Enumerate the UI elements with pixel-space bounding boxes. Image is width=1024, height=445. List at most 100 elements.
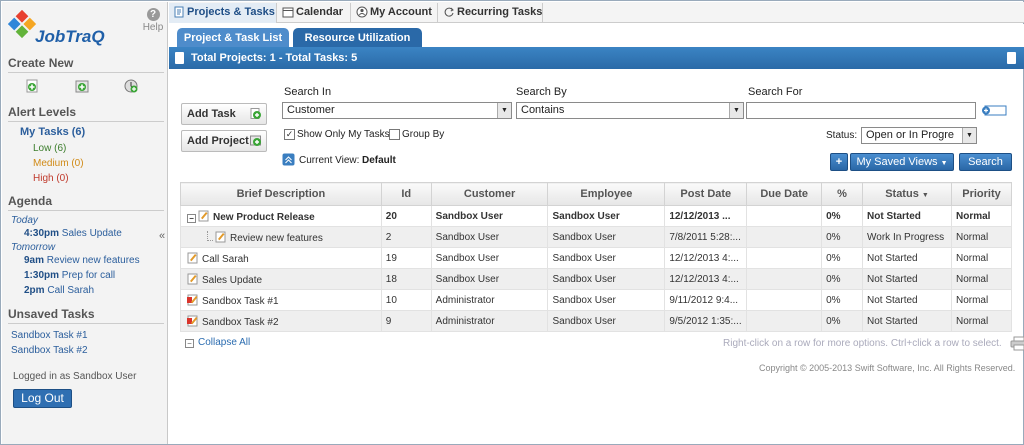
- group-by-checkbox[interactable]: [389, 129, 400, 140]
- add-task-label: Add Task: [187, 108, 236, 120]
- table-row[interactable]: − New Product Release 20 Sandbox User Sandbo…: [180, 205, 1013, 227]
- column-header[interactable]: Post Date: [664, 182, 748, 206]
- cell-status: Not Started: [862, 289, 952, 311]
- copyright-text: Copyright © 2005-2013 Swift Software, In…: [759, 363, 1016, 373]
- unsaved-task-link[interactable]: Sandbox Task #1: [11, 330, 88, 341]
- cell-id: 19: [380, 247, 432, 269]
- cell-description: Call Sarah: [180, 247, 382, 269]
- my-tasks-link[interactable]: My Tasks (6): [20, 126, 85, 138]
- search-in-select[interactable]: Customer ▼: [282, 102, 512, 119]
- cell-id: 10: [380, 289, 432, 311]
- column-header[interactable]: Employee: [547, 182, 666, 206]
- search-button[interactable]: Search: [959, 153, 1012, 171]
- sub-tabs: Project & Task List Resource Utilization: [169, 24, 1024, 48]
- agenda-item[interactable]: 2pm Call Sarah: [24, 285, 94, 296]
- table-row[interactable]: Sandbox Task #1 10 Administrator Sandbox Us…: [180, 289, 1013, 311]
- export-icon[interactable]: [1007, 52, 1016, 64]
- cell-due-date: [746, 205, 823, 227]
- tab-projects-tasks[interactable]: Projects & Tasks: [169, 3, 277, 23]
- table-row[interactable]: Sales Update 18 Sandbox User Sandbox User 12…: [180, 268, 1013, 290]
- cell-status: Work In Progress: [862, 226, 952, 248]
- select-value: Open or In Progre: [866, 129, 955, 141]
- subtab-resource-utilization[interactable]: Resource Utilization: [293, 28, 422, 48]
- logged-in-text: Logged in as Sandbox User: [13, 371, 137, 382]
- alert-medium-link[interactable]: Medium (0): [33, 158, 84, 169]
- subtab-project-task-list[interactable]: Project & Task List: [177, 28, 289, 48]
- new-recurring-icon[interactable]: [123, 78, 139, 94]
- column-header[interactable]: Brief Description: [180, 182, 382, 206]
- task-icon: [187, 252, 198, 263]
- tree-connector: [207, 230, 213, 241]
- cell-id: 2: [380, 226, 432, 248]
- cell-employee: Sandbox User: [547, 226, 666, 248]
- cell-description: Sandbox Task #1: [180, 289, 382, 311]
- table-row[interactable]: Sandbox Task #2 9 Administrator Sandbox Use…: [180, 310, 1013, 332]
- agenda-item[interactable]: 9am Review new features: [24, 255, 140, 266]
- column-header[interactable]: %: [821, 182, 864, 206]
- recurring-icon: [444, 7, 454, 17]
- unsaved-task-link[interactable]: Sandbox Task #2: [11, 345, 88, 356]
- status-select[interactable]: Open or In Progre ▼: [861, 127, 977, 144]
- column-header[interactable]: Status ▼: [862, 182, 952, 206]
- summary-bar: Total Projects: 1 - Total Tasks: 5: [169, 47, 1024, 69]
- add-view-button[interactable]: +: [830, 153, 848, 171]
- cell-customer: Administrator: [430, 289, 549, 311]
- show-only-my-tasks-checkbox[interactable]: ✓: [284, 129, 295, 140]
- tab-my-account[interactable]: My Account: [352, 3, 438, 23]
- cell-percent: 0%: [821, 310, 864, 332]
- help-link[interactable]: ? Help: [141, 8, 165, 33]
- cell-due-date: [746, 310, 823, 332]
- agenda-today-label: Today: [11, 215, 38, 226]
- cell-post-date: 12/12/2013 ...: [664, 205, 748, 227]
- my-saved-views-button[interactable]: My Saved Views ▼: [850, 153, 954, 171]
- cell-post-date: 12/12/2013 4:...: [664, 247, 748, 269]
- agenda-item[interactable]: 4:30pm Sales Update: [24, 228, 122, 239]
- column-header[interactable]: Customer: [430, 182, 549, 206]
- grid-header: Brief Description Id Customer Employee P…: [180, 182, 1013, 206]
- add-task-button[interactable]: Add Task: [181, 103, 267, 125]
- current-view-label: Current View:: [299, 155, 360, 166]
- column-header[interactable]: Due Date: [746, 182, 823, 206]
- cell-post-date: 9/11/2012 9:4...: [664, 289, 748, 311]
- cell-priority: Normal: [950, 247, 1013, 269]
- agenda-item[interactable]: 1:30pm Prep for call: [24, 270, 115, 281]
- help-label: Help: [142, 22, 164, 33]
- main-panel: Projects & Tasks Calendar My Account Rec…: [169, 2, 1024, 444]
- table-row[interactable]: Review new features 2 Sandbox User Sandbox …: [180, 226, 1013, 248]
- jobtraq-logo[interactable]: JobTraQ: [7, 9, 118, 50]
- search-for-input[interactable]: [746, 102, 976, 119]
- cell-status: Not Started: [862, 268, 952, 290]
- search-by-label: Search By: [516, 86, 567, 98]
- show-only-my-tasks-label: Show Only My Tasks: [297, 129, 390, 140]
- column-header[interactable]: Priority: [950, 182, 1013, 206]
- expand-view-icon[interactable]: [282, 153, 295, 166]
- task-alert-icon: [187, 315, 198, 326]
- add-project-button[interactable]: Add Project: [181, 130, 267, 152]
- new-task-icon[interactable]: [24, 78, 40, 94]
- collapse-all-link[interactable]: − Collapse All: [185, 337, 250, 348]
- tab-calendar[interactable]: Calendar: [278, 3, 351, 23]
- cell-description: Sales Update: [180, 268, 382, 290]
- search-by-select[interactable]: Contains ▼: [516, 102, 744, 119]
- add-search-field-icon[interactable]: [981, 104, 1007, 117]
- sidebar: JobTraQ ? Help Create New Alert Levels My…: [2, 2, 168, 444]
- alert-high-link[interactable]: High (0): [33, 173, 69, 184]
- agenda-heading: Agenda: [8, 194, 164, 211]
- printer-icon[interactable]: [1010, 335, 1024, 351]
- logout-button[interactable]: Log Out: [13, 389, 72, 408]
- add-icon: [250, 135, 261, 146]
- cell-id: 18: [380, 268, 432, 290]
- hint-label: Right-click on a row for more options. C…: [723, 338, 1002, 349]
- collapse-all-label: Collapse All: [198, 337, 251, 348]
- collapse-icon[interactable]: −: [187, 213, 196, 223]
- task-icon: [215, 231, 226, 242]
- table-row[interactable]: Call Sarah 19 Sandbox User Sandbox User 12/1…: [180, 247, 1013, 269]
- cell-employee: Sandbox User: [547, 289, 666, 311]
- alert-low-link[interactable]: Low (6): [33, 143, 66, 154]
- new-project-icon[interactable]: [74, 78, 90, 94]
- collapse-sidebar-button[interactable]: «: [159, 230, 165, 242]
- tab-recurring-tasks[interactable]: Recurring Tasks: [439, 3, 543, 23]
- task-name: Call Sarah: [202, 253, 249, 265]
- column-header[interactable]: Id: [380, 182, 432, 206]
- cell-due-date: [746, 268, 823, 290]
